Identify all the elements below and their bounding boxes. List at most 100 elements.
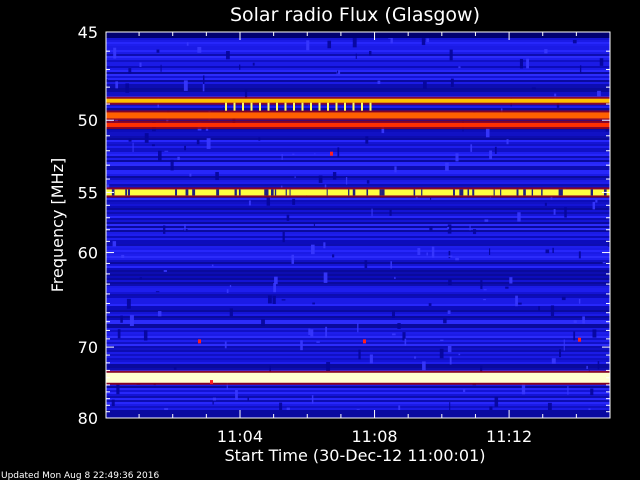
heatmap-speckle	[392, 333, 396, 336]
band-gap	[590, 189, 594, 196]
heatmap-speckle	[480, 280, 483, 289]
heatmap-speckle	[489, 248, 491, 255]
heatmap-speckle	[414, 356, 417, 359]
heatmap-row	[106, 390, 610, 392]
y-tick-label: 45	[78, 23, 98, 42]
heatmap-speckle	[183, 80, 188, 91]
heatmap-row	[106, 396, 610, 398]
heatmap-row	[106, 348, 610, 350]
heatmap-row	[106, 166, 610, 168]
heatmap-speckle	[390, 261, 392, 269]
heatmap-row	[106, 148, 610, 150]
heatmap-speckle	[440, 339, 444, 342]
heatmap-row	[106, 238, 610, 240]
heatmap-speckle	[458, 66, 461, 69]
heatmap-row	[106, 406, 610, 408]
heatmap-speckle	[426, 38, 429, 43]
heatmap-row	[106, 162, 610, 164]
heatmap-speckle	[455, 257, 459, 261]
heatmap-speckle	[397, 323, 401, 329]
heatmap-speckle	[469, 224, 471, 231]
heatmap-row	[106, 170, 610, 172]
heatmap-speckle	[592, 329, 597, 338]
heatmap-speckle	[449, 402, 451, 411]
heatmap-speckle	[151, 144, 155, 147]
heatmap-speckle	[224, 341, 227, 349]
band-gap	[413, 189, 416, 196]
heatmap-row	[106, 264, 610, 266]
band-gap	[459, 189, 463, 196]
band-gap	[238, 189, 241, 196]
heatmap-speckle	[306, 40, 310, 51]
heatmap-row	[106, 234, 610, 236]
heatmap-speckle	[597, 361, 600, 370]
heatmap-speckle	[394, 276, 396, 280]
heatmap-row	[106, 350, 610, 352]
heatmap-speckle	[292, 198, 296, 205]
burst-mark	[310, 102, 312, 111]
heatmap-row	[106, 198, 610, 200]
heatmap-speckle	[538, 306, 541, 311]
heatmap-speckle	[455, 153, 459, 162]
heatmap-row	[106, 230, 610, 232]
heatmap-speckle	[337, 147, 340, 158]
heatmap-speckle	[470, 144, 473, 152]
heatmap-row	[106, 312, 610, 314]
band-gap	[531, 189, 534, 196]
band-gap	[379, 189, 382, 196]
heatmap-row	[106, 246, 610, 248]
heatmap-row	[106, 210, 610, 212]
heatmap-row	[106, 62, 610, 64]
heatmap-row	[106, 274, 610, 276]
heatmap-row	[106, 270, 610, 272]
heatmap-layer	[106, 32, 610, 418]
heatmap-speckle	[211, 264, 214, 267]
heatmap-speckle	[544, 202, 547, 206]
heatmap-row	[106, 136, 610, 138]
heatmap-speckle	[578, 251, 581, 259]
emission-band	[106, 122, 610, 127]
heatmap-row	[106, 308, 610, 310]
heatmap-speckle	[316, 341, 320, 343]
heatmap-speckle	[267, 295, 272, 304]
heatmap-row	[106, 400, 610, 402]
band-gap	[453, 189, 455, 196]
heatmap-row	[106, 398, 610, 400]
heatmap-speckle	[449, 49, 453, 61]
heatmap-row	[106, 44, 610, 46]
heatmap-row	[106, 282, 610, 284]
heatmap-row	[106, 392, 610, 394]
burst-mark	[293, 102, 295, 111]
heatmap-speckle	[377, 80, 381, 85]
heatmap-row	[106, 152, 610, 154]
heatmap-row	[106, 76, 610, 78]
heatmap-speckle	[144, 133, 149, 143]
heatmap-row	[106, 200, 610, 202]
heatmap-speckle	[164, 150, 169, 152]
heatmap-speckle	[311, 395, 314, 404]
heatmap-speckle	[215, 172, 219, 181]
heatmap-speckle	[313, 223, 315, 227]
heatmap-speckle	[129, 315, 134, 327]
heatmap-speckle	[294, 176, 296, 179]
heatmap-speckle	[139, 62, 142, 68]
heatmap-speckle	[389, 209, 392, 216]
heatmap-row	[106, 272, 610, 274]
heatmap-speckle	[117, 329, 121, 339]
band-gap	[541, 189, 543, 196]
heatmap-row	[106, 206, 610, 208]
heatmap-speckle	[429, 197, 432, 200]
burst-mark	[242, 102, 244, 111]
band-gap	[234, 189, 237, 196]
chart-title: Solar radio Flux (Glasgow)	[230, 4, 480, 26]
heatmap-speckle	[143, 330, 148, 341]
burst-mark	[369, 102, 372, 111]
heatmap-speckle	[531, 87, 536, 90]
heatmap-row	[106, 298, 610, 300]
heatmap-row	[106, 54, 610, 56]
heatmap-speckle	[318, 175, 323, 183]
emission-band	[106, 372, 610, 383]
heatmap-row	[106, 310, 610, 312]
burst-mark	[344, 102, 346, 111]
heatmap-row	[106, 58, 610, 60]
